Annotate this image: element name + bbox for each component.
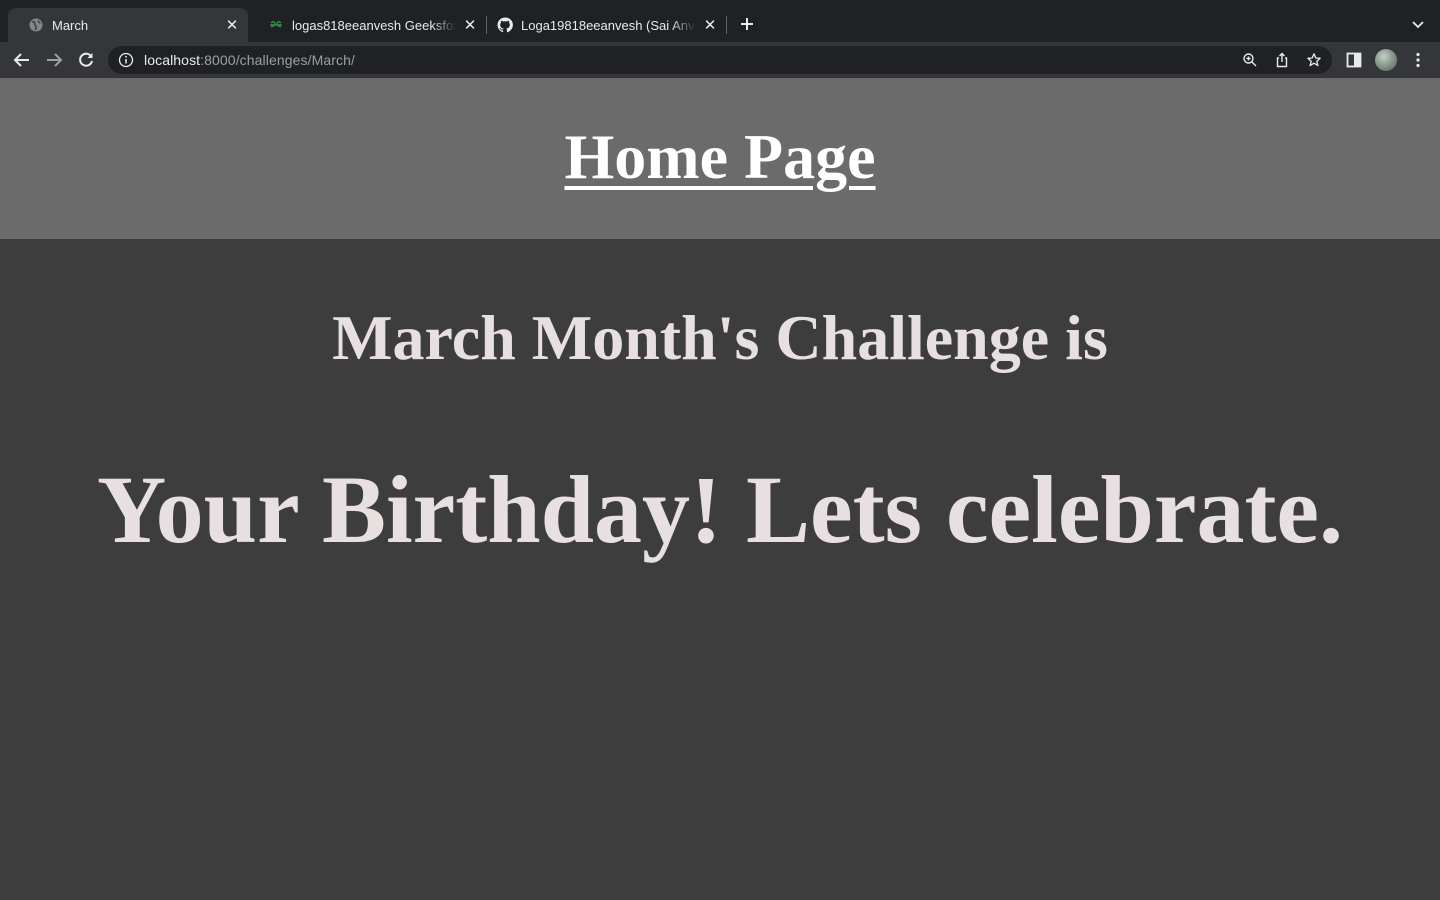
close-tab-icon[interactable]: ✕ xyxy=(702,17,718,34)
tab-github[interactable]: Loga19818eeanvesh (Sai Anvesh ✕ xyxy=(477,8,726,42)
page-content: Home Page March Month's Challenge is You… xyxy=(0,78,1440,900)
chevron-down-icon[interactable] xyxy=(1408,14,1428,34)
reload-icon[interactable] xyxy=(76,50,96,70)
tab-separator xyxy=(726,16,727,34)
page-header: Home Page xyxy=(0,78,1440,239)
tab-title: logas818eeanvesh GeeksforGeeks xyxy=(292,17,456,33)
profile-avatar[interactable] xyxy=(1375,49,1397,71)
browser-toolbar: localhost:8000/challenges/March/ xyxy=(0,42,1440,78)
address-bar[interactable]: localhost:8000/challenges/March/ xyxy=(108,46,1332,74)
more-menu-icon[interactable] xyxy=(1408,50,1428,70)
close-tab-icon[interactable]: ✕ xyxy=(462,17,478,34)
tab-march[interactable]: March ✕ xyxy=(8,8,248,42)
globe-icon xyxy=(29,18,43,32)
bookmark-star-icon[interactable] xyxy=(1306,52,1322,68)
url-path: :8000/challenges/March/ xyxy=(200,52,355,68)
challenge-text: Your Birthday! Lets celebrate. xyxy=(96,456,1344,563)
close-tab-icon[interactable]: ✕ xyxy=(224,17,240,34)
tab-geeksforgeeks[interactable]: logas818eeanvesh GeeksforGeeks ✕ xyxy=(248,8,486,42)
url-host: localhost xyxy=(144,52,201,68)
url-text[interactable]: localhost:8000/challenges/March/ xyxy=(144,52,355,68)
gfg-icon xyxy=(270,21,282,28)
github-icon xyxy=(497,17,513,33)
share-icon[interactable] xyxy=(1274,52,1290,68)
tab-title: March xyxy=(52,17,89,33)
back-arrow-icon[interactable] xyxy=(12,50,32,70)
tab-strip: March ✕ logas818eeanvesh GeeksforGeeks ✕… xyxy=(0,0,1440,42)
info-icon[interactable] xyxy=(118,52,134,68)
tab-title: Loga19818eeanvesh (Sai Anvesh xyxy=(521,17,696,33)
zoom-icon[interactable] xyxy=(1242,52,1258,68)
month-heading: March Month's Challenge is xyxy=(332,302,1108,373)
new-tab-icon[interactable] xyxy=(737,14,757,34)
side-panel-icon[interactable] xyxy=(1344,50,1364,70)
home-page-link[interactable]: Home Page xyxy=(565,125,876,239)
forward-arrow-icon[interactable] xyxy=(44,50,64,70)
